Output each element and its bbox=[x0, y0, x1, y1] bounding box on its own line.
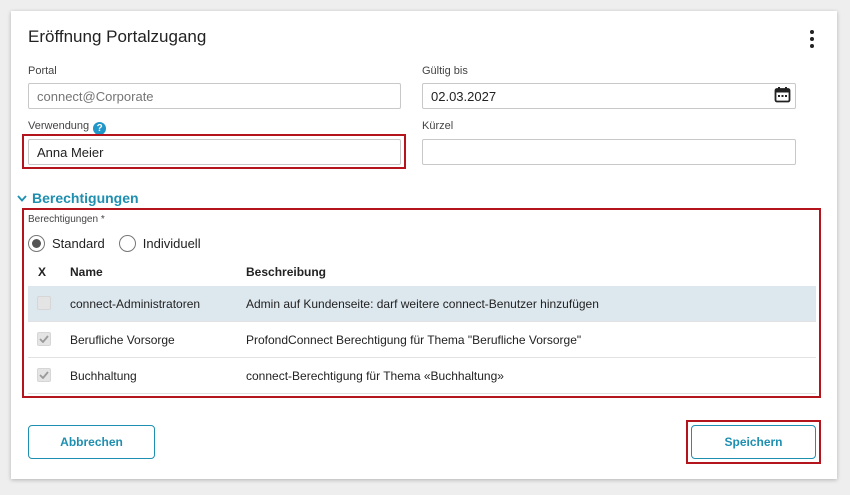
table-header: X Name Beschreibung bbox=[28, 263, 816, 283]
usage-label-row: Verwendung? bbox=[28, 120, 107, 135]
row-checkbox[interactable] bbox=[37, 368, 51, 382]
permissions-section-header[interactable]: Berechtigungen bbox=[17, 190, 139, 206]
table-row[interactable]: Buchhaltung connect-Berechtigung für The… bbox=[28, 358, 816, 394]
checkmark-icon bbox=[39, 335, 49, 343]
radio-individual[interactable]: Individuell bbox=[118, 235, 201, 252]
checkmark-icon bbox=[39, 371, 49, 379]
usage-label: Verwendung bbox=[28, 120, 90, 132]
row-description: connect-Berechtigung für Thema «Buchhalt… bbox=[246, 369, 504, 383]
row-name: Buchhaltung bbox=[70, 369, 137, 383]
table-row[interactable]: Berufliche Vorsorge ProfondConnect Berec… bbox=[28, 322, 816, 358]
row-name: connect-Administratoren bbox=[70, 297, 201, 311]
column-header-x: X bbox=[38, 265, 47, 279]
permissions-section-title: Berechtigungen bbox=[32, 190, 139, 206]
row-name: Berufliche Vorsorge bbox=[70, 333, 175, 347]
table-row[interactable]: connect-Administratoren Admin auf Kunden… bbox=[28, 286, 816, 322]
radio-standard[interactable]: Standard bbox=[28, 235, 105, 252]
valid-until-value: 02.03.2027 bbox=[431, 88, 497, 104]
portal-input[interactable] bbox=[28, 83, 401, 109]
chevron-down-icon bbox=[17, 194, 27, 202]
column-header-description: Beschreibung bbox=[246, 265, 327, 279]
short-input[interactable] bbox=[422, 139, 796, 165]
short-label: Kürzel bbox=[422, 120, 454, 132]
calendar-icon[interactable] bbox=[774, 86, 791, 103]
column-header-name: Name bbox=[70, 265, 103, 279]
dialog-title: Eröffnung Portalzugang bbox=[28, 27, 207, 46]
row-description: ProfondConnect Berechtigung für Thema "B… bbox=[246, 333, 582, 347]
save-button[interactable]: Speichern bbox=[691, 425, 816, 459]
radio-individual-circle[interactable] bbox=[118, 235, 136, 252]
valid-until-label: Gültig bis bbox=[422, 65, 468, 77]
row-checkbox[interactable] bbox=[37, 296, 51, 310]
usage-highlight bbox=[22, 134, 406, 169]
permissions-field-label: Berechtigungen * bbox=[28, 214, 105, 225]
valid-until-input[interactable]: 02.03.2027 bbox=[422, 83, 796, 109]
more-options-icon[interactable] bbox=[806, 30, 818, 48]
radio-individual-label: Individuell bbox=[142, 236, 201, 251]
row-description: Admin auf Kundenseite: darf weitere conn… bbox=[246, 297, 599, 311]
radio-standard-circle[interactable] bbox=[28, 235, 45, 252]
cancel-button[interactable]: Abbrechen bbox=[28, 425, 155, 459]
portal-label: Portal bbox=[28, 65, 57, 77]
radio-standard-label: Standard bbox=[52, 236, 105, 251]
row-checkbox[interactable] bbox=[37, 332, 51, 346]
permissions-mode-radios: Standard Individuell bbox=[28, 235, 215, 252]
